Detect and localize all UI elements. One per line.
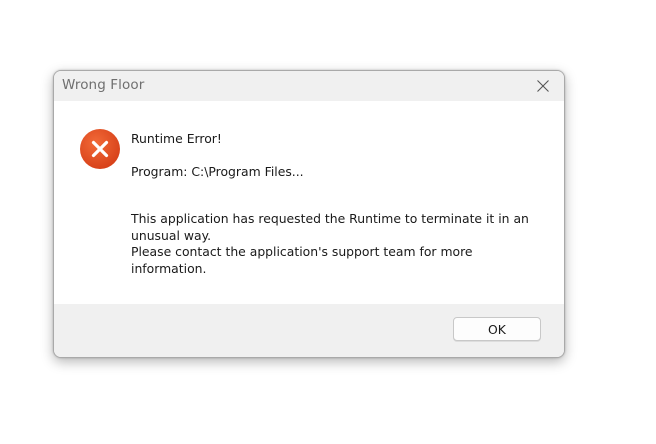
program-path: Program: C:\Program Files... bbox=[131, 164, 304, 179]
message-area: Runtime Error! Program: C:\Program Files… bbox=[54, 101, 564, 304]
window-title: Wrong Floor bbox=[62, 77, 145, 93]
error-dialog: Wrong Floor Runtime Error! Program: C:\P… bbox=[53, 70, 565, 358]
close-icon bbox=[537, 80, 549, 92]
error-description-line-2: Please contact the application's support… bbox=[131, 244, 473, 276]
button-bar: OK bbox=[54, 304, 564, 357]
ok-button[interactable]: OK bbox=[453, 317, 541, 341]
error-x-icon bbox=[80, 129, 120, 169]
close-button[interactable] bbox=[522, 71, 564, 101]
title-bar[interactable]: Wrong Floor bbox=[54, 71, 564, 101]
error-description-line-1: This application has requested the Runti… bbox=[131, 211, 529, 243]
error-heading: Runtime Error! bbox=[131, 131, 222, 146]
error-description: This application has requested the Runti… bbox=[131, 211, 541, 277]
